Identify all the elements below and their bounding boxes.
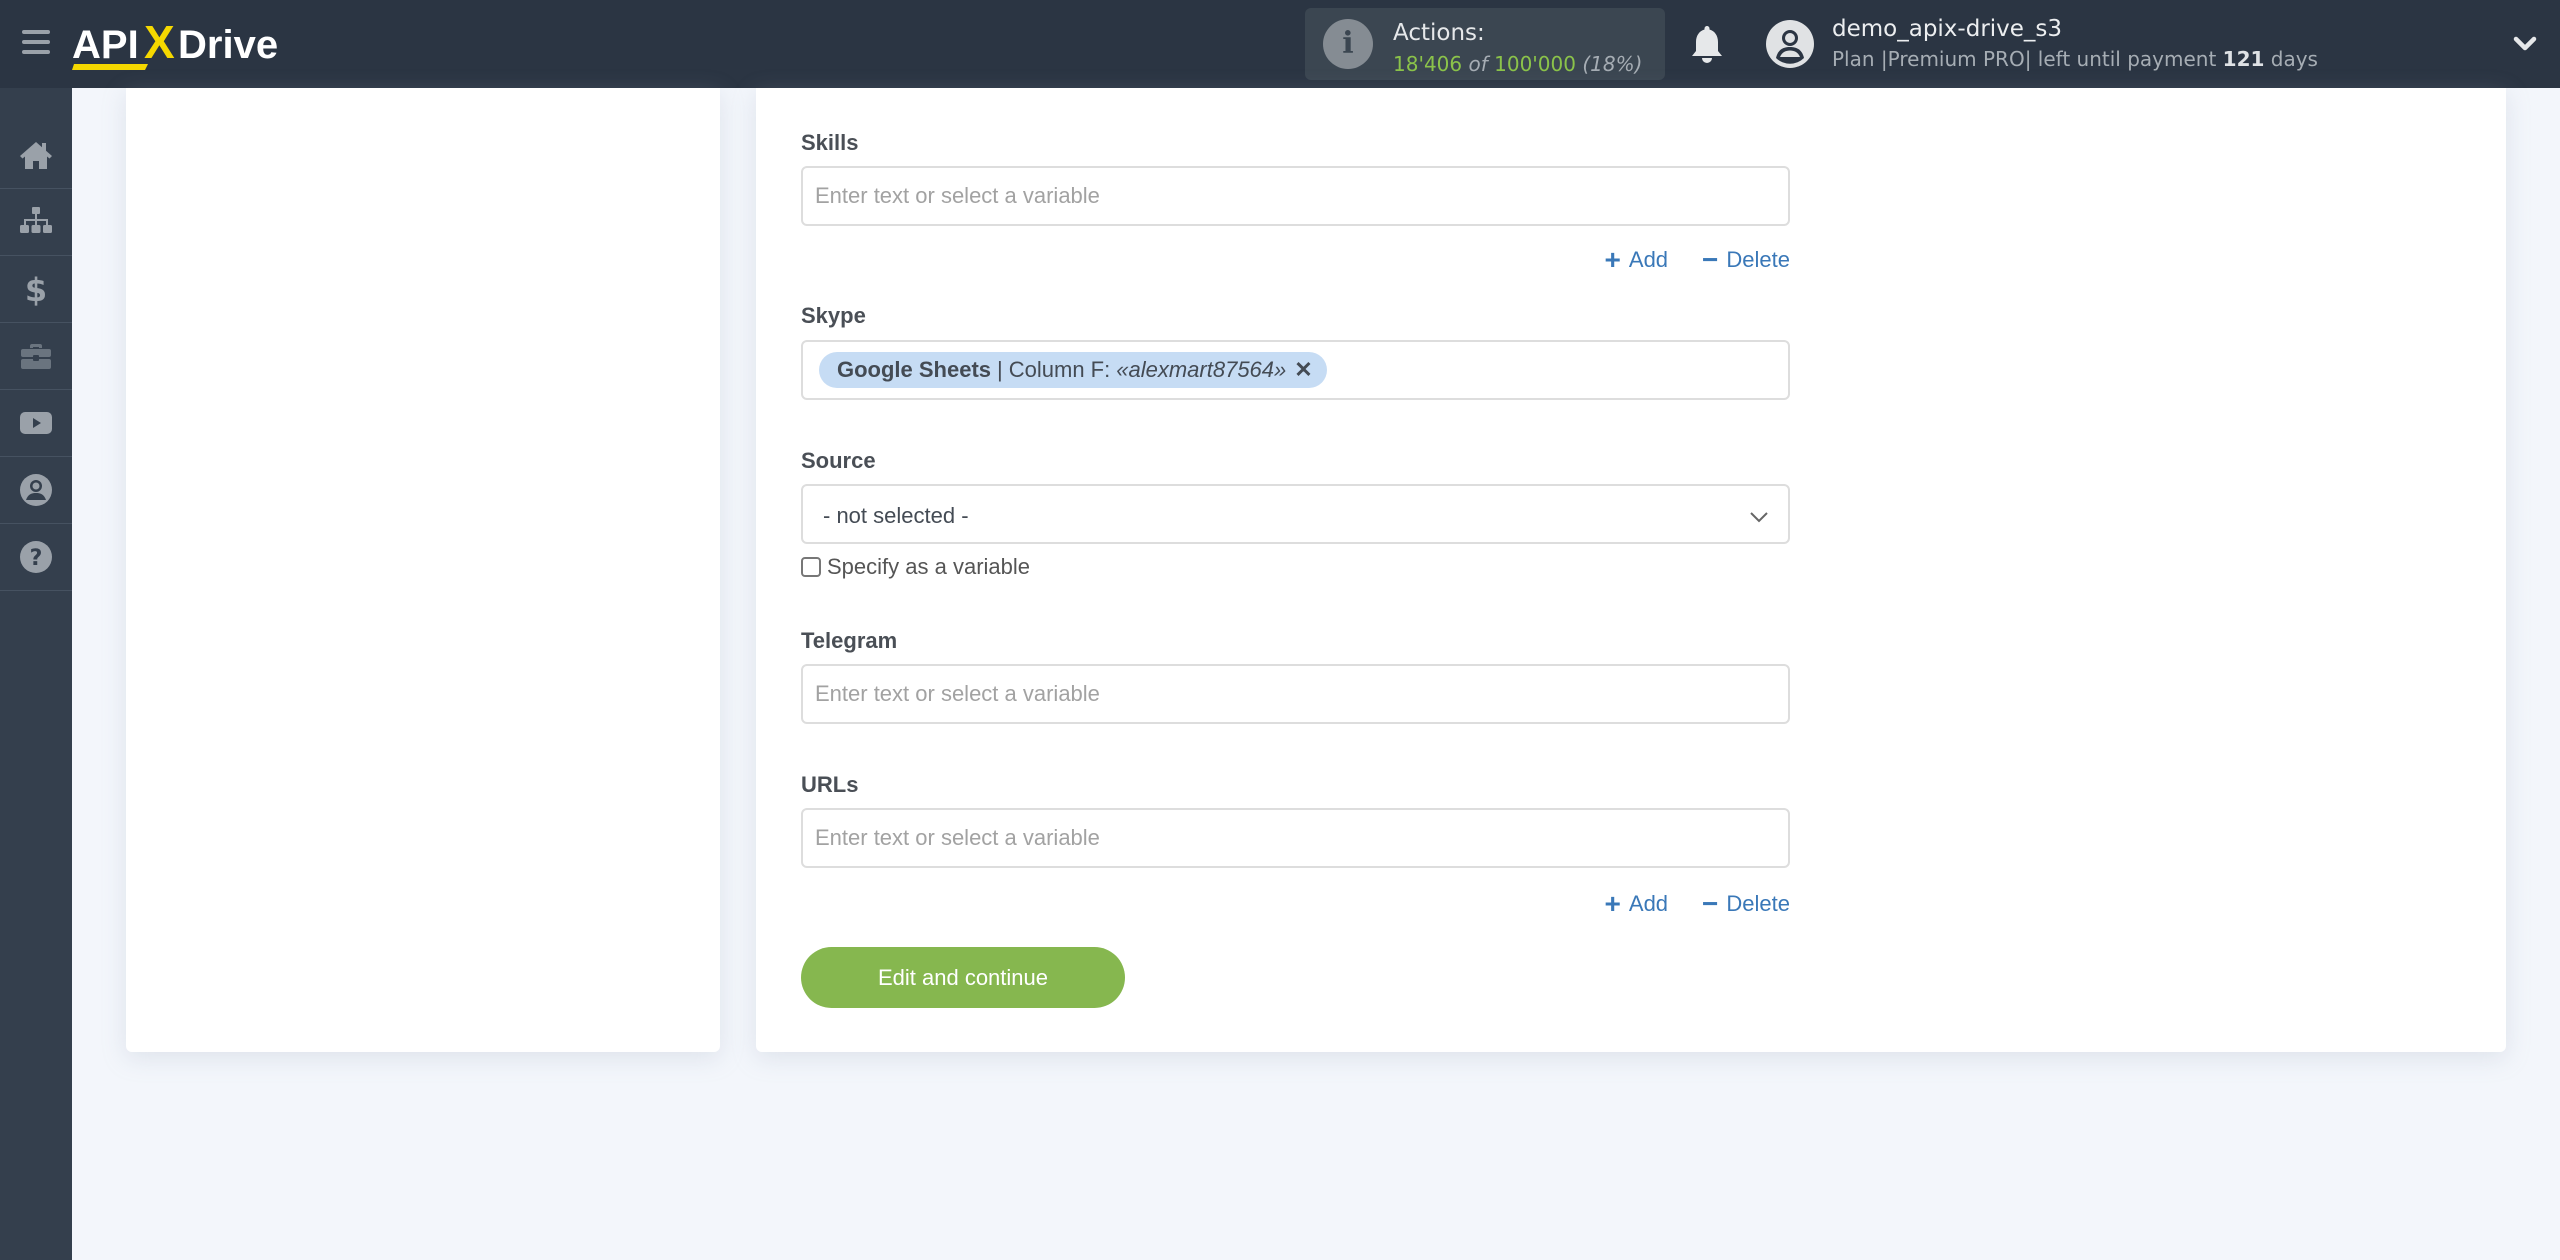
sitemap-icon [20,207,52,233]
logo-drive: Drive [178,23,278,67]
chip-value: «alexmart87564» [1116,357,1287,382]
plus-icon: + [1604,888,1621,919]
urls-label: URLs [801,772,859,797]
svg-text:$: $ [25,271,47,307]
remove-chip-icon[interactable]: ✕ [1294,352,1312,388]
urls-add-button[interactable]: + Add [1604,888,1669,919]
user-circle-icon [20,474,52,506]
skills-input[interactable] [801,166,1790,226]
delete-label: Delete [1726,247,1790,272]
telegram-label: Telegram [801,628,898,653]
user-name[interactable]: demo_apix-drive_s3 [1832,16,2062,42]
skills-delete-button[interactable]: − Delete [1702,244,1790,275]
chevron-down-icon[interactable] [2512,30,2538,56]
variable-chip: Google Sheets | Column F: «alexmart87564… [819,352,1327,388]
plan-text: Plan |Premium PRO| left until payment [1832,47,2217,71]
actions-usage-panel[interactable]: i Actions: 18'406 of 100'000 (18%) [1305,8,1665,80]
actions-total: 100'000 [1494,52,1576,76]
sidebar-item-billing[interactable]: $ [0,256,72,323]
top-header: API X Drive i Actions: 18'406 of 100'000… [0,0,2560,88]
sidebar-item-profile[interactable] [0,457,72,524]
bell-icon[interactable] [1690,24,1724,64]
minus-icon: − [1702,244,1719,275]
add-label: Add [1628,247,1669,272]
source-selected-value: - not selected - [823,503,969,528]
edit-and-continue-button[interactable]: Edit and continue [801,947,1125,1008]
actions-value: 18'406 of 100'000 (18%) [1393,52,1642,76]
urls-add-delete: + Add − Delete [1604,888,1790,919]
actions-of: of [1468,52,1488,76]
add-label: Add [1628,891,1669,916]
chip-source: Google Sheets [837,357,992,382]
user-plan-info: Plan |Premium PRO| left until payment 12… [1832,47,2318,71]
skills-label: Skills [801,130,859,155]
skills-add-delete: + Add − Delete [1604,244,1790,275]
logo-x: X [144,16,175,68]
chevron-down-icon [1750,512,1768,523]
skype-label: Skype [801,303,866,328]
specify-as-variable-label: Specify as a variable [827,554,1030,579]
chip-column: Column F: [1008,357,1111,382]
days-suffix: days [2270,47,2318,71]
specify-as-variable-option[interactable]: Specify as a variable [801,554,1030,580]
sidebar: $ ? [0,88,72,1260]
sidebar-item-home[interactable] [0,122,72,189]
left-panel-card [126,88,720,1052]
days-left-value: 121 [2222,47,2265,71]
actions-percent: (18%) [1582,52,1643,76]
source-label: Source [801,448,876,473]
skills-add-button[interactable]: + Add [1604,244,1669,275]
logo-underline [72,64,148,70]
menu-toggle-icon[interactable] [22,30,50,56]
sidebar-item-tools[interactable] [0,323,72,390]
briefcase-icon [21,344,51,369]
actions-used: 18'406 [1393,52,1463,76]
chip-separator: | [997,357,1003,382]
sidebar-item-help[interactable]: ? [0,524,72,591]
minus-icon: − [1702,888,1719,919]
sidebar-item-videos[interactable] [0,390,72,457]
dollar-icon: $ [25,271,47,307]
skype-input[interactable]: Google Sheets | Column F: «alexmart87564… [801,340,1790,400]
question-circle-icon: ? [20,541,52,573]
youtube-icon [20,412,52,434]
sidebar-item-connections[interactable] [0,189,72,256]
actions-label: Actions: [1393,20,1485,46]
urls-input[interactable] [801,808,1790,868]
apixdrive-logo[interactable]: API X Drive [72,14,312,72]
user-avatar-icon[interactable] [1766,20,1814,68]
specify-as-variable-checkbox[interactable] [801,557,821,577]
source-select[interactable]: - not selected - [801,484,1790,544]
logo-api: API [72,23,139,67]
info-icon: i [1323,19,1373,69]
svg-text:?: ? [30,546,43,571]
telegram-input[interactable] [801,664,1790,724]
delete-label: Delete [1726,891,1790,916]
plus-icon: + [1604,244,1621,275]
urls-delete-button[interactable]: − Delete [1702,888,1790,919]
home-icon [20,142,52,169]
